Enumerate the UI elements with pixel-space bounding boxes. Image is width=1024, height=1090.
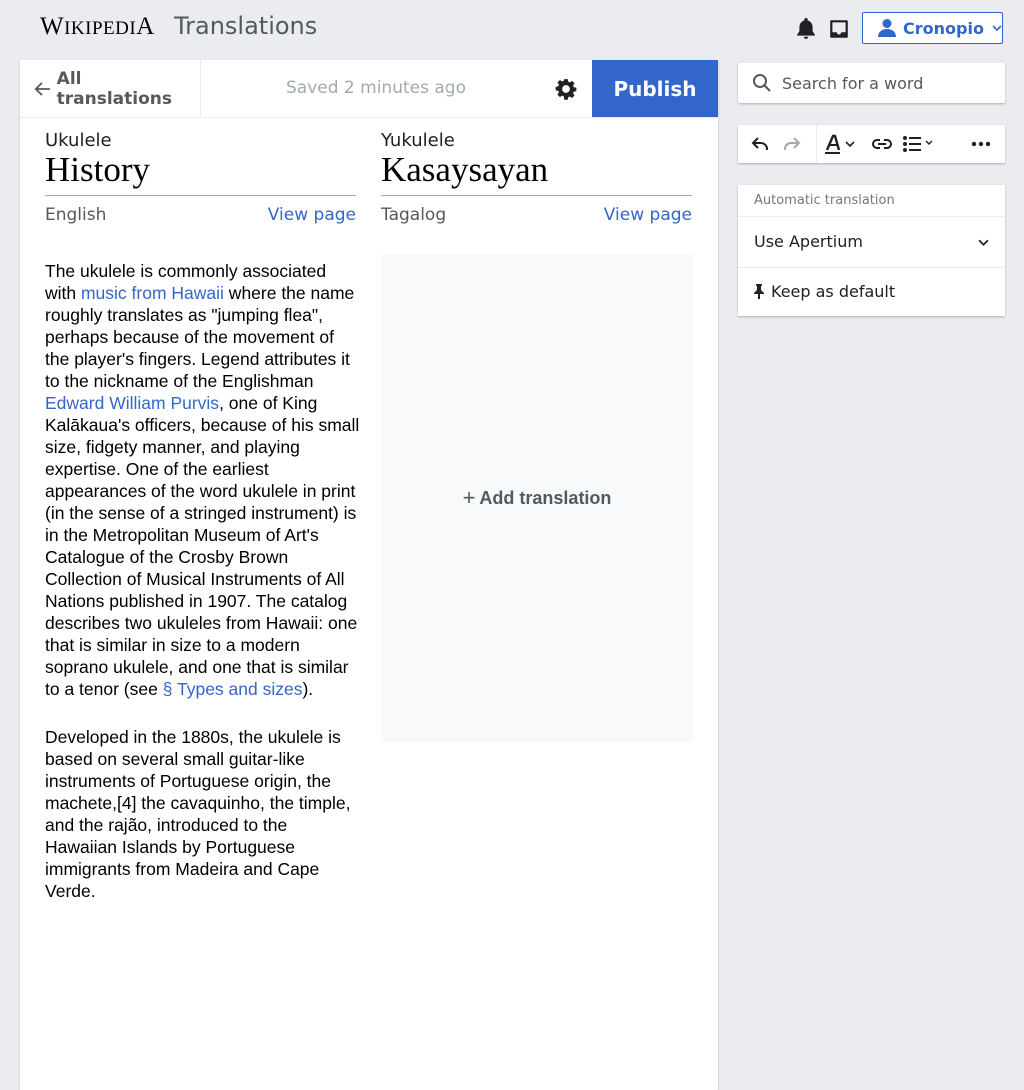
target-column: Yukulele Kasaysayan Tagalog View page [381, 130, 692, 232]
back-label: All translations [56, 68, 173, 109]
save-status: Saved 2 minutes ago [286, 78, 466, 98]
add-translation-area[interactable]: + Add translation [381, 254, 693, 742]
word-search-box[interactable] [738, 63, 1005, 103]
bullet-list-icon [903, 136, 933, 152]
top-header: WIKIPEDIA Translations Cronopio [0, 0, 1024, 60]
more-options-button[interactable] [961, 125, 1001, 163]
pushpin-icon [754, 284, 764, 299]
target-article-name: Yukulele [381, 130, 455, 151]
plus-icon: + [462, 485, 476, 510]
translation-engine-value: Use Apertium [754, 232, 863, 251]
back-to-translations-button[interactable]: All translations [20, 60, 201, 117]
keep-as-default-label: Keep as default [771, 282, 896, 301]
arrow-left-icon [34, 81, 50, 96]
target-meta: Tagalog View page [381, 202, 692, 232]
source-paragraph-2[interactable]: Developed in the 1880s, the ukulele is b… [45, 726, 360, 902]
link-button[interactable] [867, 125, 897, 163]
undo-icon [751, 137, 768, 150]
source-section-title: History [45, 149, 356, 196]
redo-icon [784, 137, 801, 150]
link-edward-william-purvis[interactable]: Edward William Purvis [45, 393, 219, 413]
add-translation-label: Add translation [479, 487, 612, 508]
search-input[interactable] [780, 72, 994, 94]
link-icon [872, 139, 892, 149]
text-run: ). [302, 679, 314, 699]
source-meta: English View page [45, 202, 356, 232]
source-view-page-link[interactable]: View page [268, 205, 356, 225]
chevron-down-icon [978, 239, 989, 246]
target-view-page-link[interactable]: View page [604, 205, 692, 225]
target-section-title[interactable]: Kasaysayan [381, 149, 692, 196]
formatting-toolbar [738, 125, 1005, 163]
source-article-name: Ukulele [45, 130, 112, 151]
gear-icon[interactable] [555, 78, 577, 100]
add-translation-button[interactable]: + Add translation [463, 485, 612, 511]
search-icon [753, 74, 771, 92]
source-paragraph-1[interactable]: The ukulele is commonly associated with … [45, 260, 360, 700]
source-article-text: The ukulele is commonly associated with … [45, 260, 360, 928]
target-language: Tagalog [381, 205, 447, 225]
logo-initial: W [40, 13, 65, 40]
inbox-icon[interactable] [828, 18, 850, 40]
logo-middle: IKIPEDI [64, 18, 137, 39]
text-style-button[interactable] [817, 125, 867, 163]
logo-final: A [136, 13, 155, 40]
bell-icon[interactable] [795, 18, 817, 40]
link-music-from-hawaii[interactable]: music from Hawaii [81, 283, 224, 303]
user-menu-button[interactable]: Cronopio [862, 12, 1003, 44]
text-style-icon [825, 134, 855, 154]
source-column: Ukulele History English View page [45, 130, 356, 232]
automatic-translation-panel: Automatic translation Use Apertium Keep … [738, 185, 1005, 316]
ellipsis-icon [971, 141, 991, 147]
publish-button[interactable]: Publish [592, 60, 718, 117]
list-button[interactable] [897, 125, 943, 163]
auto-translation-heading: Automatic translation [754, 193, 895, 208]
user-name: Cronopio [903, 18, 984, 38]
keep-as-default-option[interactable]: Keep as default [738, 268, 1005, 314]
wikipedia-logo[interactable]: WIKIPEDIA [40, 13, 155, 41]
translation-editor-card: All translations Saved 2 minutes ago Pub… [20, 60, 718, 1090]
link-types-and-sizes[interactable]: § Types and sizes [163, 679, 303, 699]
translation-engine-select[interactable]: Use Apertium [738, 216, 1005, 268]
editor-toolbar: All translations Saved 2 minutes ago Pub… [20, 60, 718, 118]
app-title: Translations [174, 12, 318, 40]
undo-button[interactable] [744, 125, 776, 163]
source-language: English [45, 205, 107, 225]
chevron-down-icon [992, 25, 1002, 32]
redo-button[interactable] [776, 125, 808, 163]
user-avatar-icon [878, 19, 896, 37]
text-run: , one of King Kalākaua's officers, becau… [45, 393, 360, 699]
